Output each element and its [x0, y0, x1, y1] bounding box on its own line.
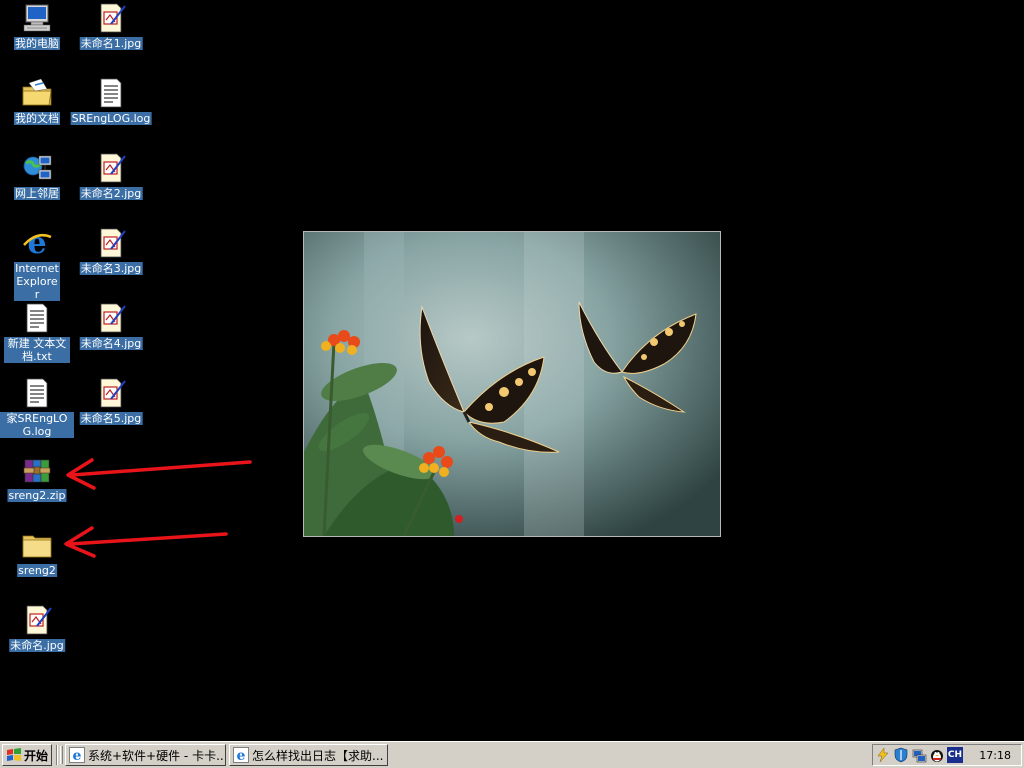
wallpaper-butterflies [303, 231, 721, 537]
network-places-icon[interactable]: 网上邻居 [0, 150, 74, 220]
ie-icon: e [69, 747, 85, 763]
clock[interactable]: 17:18 [979, 749, 1011, 762]
log-file-icon [100, 78, 122, 108]
jpg-image-icon [100, 153, 126, 183]
sreng2-folder-icon[interactable]: sreng2 [0, 527, 74, 597]
sreng-log-icon[interactable]: SREngLOG.log [70, 75, 152, 145]
icon-label: 新建 文本文档.txt [4, 337, 70, 363]
icon-label: 未命名2.jpg [79, 187, 143, 200]
jpg-image-icon [26, 605, 52, 635]
jpg-image-icon [100, 303, 126, 333]
unnamed1-jpg-icon[interactable]: 未命名1.jpg [74, 0, 148, 70]
jpg-image-icon [100, 3, 126, 33]
log-file-icon [26, 378, 48, 408]
my-documents-icon[interactable]: 我的文档 [0, 75, 74, 145]
internet-explorer-icon[interactable]: e Internet Explorer [0, 225, 74, 301]
folder-icon [22, 535, 52, 558]
text-file-icon [26, 303, 48, 333]
ie-icon: e [233, 747, 249, 763]
sreng2-zip-icon[interactable]: sreng2.zip [0, 452, 74, 522]
ie-icon: e [23, 227, 52, 259]
network-monitor-icon[interactable] [911, 747, 927, 763]
icon-label: 我的文档 [14, 112, 60, 125]
icon-label: 未命名4.jpg [79, 337, 143, 350]
icon-label: sreng2 [17, 564, 57, 577]
icon-label: Internet Explorer [14, 262, 60, 301]
new-text-document-icon[interactable]: 新建 文本文档.txt [0, 300, 74, 370]
task-label: 系统+软件+硬件 - 卡卡... [88, 748, 225, 763]
task-label: 怎么样找出日志【求助... [252, 748, 384, 763]
jpg-image-icon [100, 228, 126, 258]
unnamed3-jpg-icon[interactable]: 未命名3.jpg [74, 225, 148, 295]
unnamed2-jpg-icon[interactable]: 未命名2.jpg [74, 150, 148, 220]
system-tray: CH 17:18 [872, 744, 1022, 766]
jpg-image-icon [100, 378, 126, 408]
task-button-system-software[interactable]: e 系统+软件+硬件 - 卡卡... [65, 744, 226, 766]
taskbar-grip[interactable] [60, 746, 63, 764]
lightning-icon[interactable] [875, 747, 891, 763]
taskbar: 开始 e 系统+软件+硬件 - 卡卡... e 怎么样找出日志【求助... CH… [0, 741, 1024, 768]
svg-text:e: e [73, 748, 82, 763]
qq-penguin-icon[interactable] [929, 747, 945, 763]
arrow-to-zip [66, 458, 252, 490]
computer-icon [23, 4, 51, 32]
unnamed4-jpg-icon[interactable]: 未命名4.jpg [74, 300, 148, 370]
arrow-to-folder [64, 526, 228, 558]
icon-label: 未命名5.jpg [79, 412, 143, 425]
icon-label: 未命名3.jpg [79, 262, 143, 275]
taskbar-separator [56, 745, 58, 765]
unnamed5-jpg-icon[interactable]: 未命名5.jpg [74, 375, 148, 445]
windows-logo-icon [7, 748, 21, 761]
desktop: 我的电脑 我的文档 网上邻居 e Internet Explorer 新建 文本… [0, 0, 1024, 741]
icon-label: 未命名.jpg [9, 639, 65, 652]
network-icon [23, 155, 52, 180]
icon-label: 未命名1.jpg [79, 37, 143, 50]
icon-label: 家SREngLOG.log [0, 412, 74, 438]
svg-text:e: e [237, 748, 246, 763]
task-button-find-log-help[interactable]: e 怎么样找出日志【求助... [229, 744, 388, 766]
winrar-archive-icon [23, 459, 51, 483]
icon-label: 网上邻居 [14, 187, 60, 200]
start-label: 开始 [24, 748, 49, 763]
icon-label: sreng2.zip [7, 489, 67, 502]
unnamed-jpg-icon[interactable]: 未命名.jpg [0, 602, 74, 672]
svg-text:e: e [27, 227, 46, 259]
home-sreng-log-icon[interactable]: 家SREngLOG.log [0, 375, 74, 445]
ime-indicator[interactable]: CH [947, 747, 963, 763]
icon-label: SREngLOG.log [70, 112, 152, 125]
my-computer-icon[interactable]: 我的电脑 [0, 0, 74, 70]
documents-folder-icon [22, 78, 52, 106]
shield-icon[interactable] [893, 747, 909, 763]
butterfly-photo [304, 232, 720, 536]
start-button[interactable]: 开始 [2, 744, 52, 766]
icon-label: 我的电脑 [14, 37, 60, 50]
